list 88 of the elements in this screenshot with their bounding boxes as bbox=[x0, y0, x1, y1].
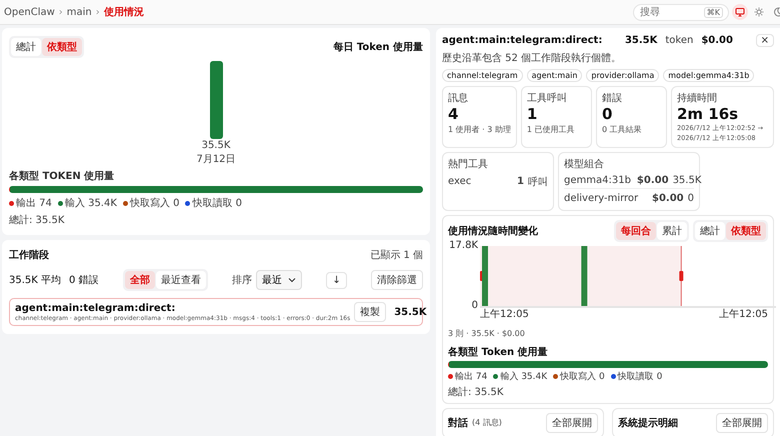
bar-date-label: 7月12日 bbox=[196, 153, 236, 166]
section-heading: 各類型 Token 使用量 bbox=[448, 346, 549, 358]
legend-label: 輸入 35.4K bbox=[64, 196, 117, 210]
legend-label: 輸出 74 bbox=[16, 196, 52, 210]
range-selector[interactable] bbox=[480, 246, 684, 306]
legend-label: 輸出 74 bbox=[455, 370, 488, 382]
legend-label: 快取寫入 0 bbox=[560, 370, 605, 382]
filter-tab[interactable]: 最近查看 bbox=[156, 271, 206, 289]
total-label: 總計: 35.5K bbox=[9, 214, 66, 227]
breadcrumb-link[interactable]: OpenClaw bbox=[4, 6, 55, 18]
tag-chip: agent:main bbox=[526, 69, 582, 82]
view-toggle-button[interactable]: 依類型 bbox=[726, 222, 766, 240]
legend-label: 快取寫入 0 bbox=[130, 196, 180, 210]
tool-name: exec bbox=[448, 176, 472, 187]
close-button[interactable]: × bbox=[756, 34, 774, 47]
sort-label: 排序 bbox=[232, 274, 252, 287]
card-note: (4 訊息) bbox=[472, 417, 502, 428]
view-toggle-button[interactable]: 依類型 bbox=[42, 38, 82, 56]
filter-tab[interactable]: 全部 bbox=[124, 271, 155, 289]
legend-label: 快取讀取 0 bbox=[192, 196, 242, 210]
chart-title: 每日 Token 使用量 bbox=[333, 40, 423, 54]
breadcrumb-link[interactable]: 使用情況 bbox=[104, 5, 144, 19]
detail-subtitle: 歷史沿革包含 52 個工作階段執行個體。 bbox=[442, 52, 622, 65]
x-axis-label: 上午12:05 bbox=[719, 310, 768, 320]
expand-all-button[interactable]: 全部展開 bbox=[546, 412, 598, 432]
stat-note: 1 使用者 · 3 助理 bbox=[448, 124, 511, 134]
caret-icon bbox=[288, 277, 296, 283]
sun-icon bbox=[754, 7, 764, 17]
model-name: gemma4:31b bbox=[564, 174, 631, 186]
card-title: 系統提示明細 bbox=[618, 416, 678, 430]
total-label: 總計: 35.5K bbox=[448, 386, 504, 398]
card-title: 對話 bbox=[448, 416, 468, 430]
chart-summary: 3 則 · 35.5K · $0.00 bbox=[448, 328, 526, 338]
bar-value-label: 35.5K bbox=[202, 140, 230, 151]
model-cost: $0.00 bbox=[652, 192, 684, 204]
stat-value: 0 bbox=[602, 106, 614, 122]
tag-chip: provider:ollama bbox=[586, 69, 660, 82]
average-stat: 35.5K 平均 bbox=[9, 274, 62, 287]
clear-filter-button[interactable]: 清除篩選 bbox=[370, 270, 423, 290]
tag-chip: channel:telegram bbox=[442, 69, 523, 82]
cost-value: $0.00 bbox=[701, 35, 733, 46]
sort-direction-button[interactable]: ↓ bbox=[326, 272, 347, 288]
y-axis-label: 17.8K bbox=[449, 240, 478, 250]
section-title: 工作階段 bbox=[9, 248, 49, 262]
stat-note: 0 工具結果 bbox=[602, 124, 643, 134]
model-tokens: 35.5K bbox=[672, 174, 702, 186]
view-toggle-button[interactable]: 總計 bbox=[11, 38, 41, 56]
legend-label: 輸入 35.4K bbox=[500, 370, 548, 382]
moon-icon bbox=[773, 7, 780, 17]
expand-all-button[interactable]: 全部展開 bbox=[716, 412, 768, 432]
call-unit: 呼叫 bbox=[528, 176, 548, 188]
stat-label: 持續時間 bbox=[676, 92, 718, 105]
legend-label: 快取讀取 0 bbox=[618, 370, 662, 382]
chart-title: 使用情況隨時間變化 bbox=[448, 224, 538, 238]
breadcrumb-link[interactable]: main bbox=[66, 6, 92, 18]
breadcrumb-separator: › bbox=[58, 6, 63, 18]
bar bbox=[482, 246, 488, 306]
stat-value: 1 bbox=[526, 106, 538, 122]
detail-title: agent:main:telegram:direct: bbox=[442, 35, 602, 46]
call-count: 1 bbox=[517, 176, 524, 187]
view-toggle-button[interactable]: 總計 bbox=[695, 222, 725, 240]
y-axis-label: 0 bbox=[472, 300, 478, 310]
session-title: agent:main:telegram:direct: bbox=[15, 302, 176, 314]
monitor-icon bbox=[735, 7, 745, 17]
mode-toggle-button[interactable]: 累計 bbox=[657, 222, 687, 240]
model-cost: $0.00 bbox=[636, 174, 669, 186]
sort-dropdown[interactable]: 最近 bbox=[256, 270, 302, 290]
token-count: 35.5K bbox=[624, 35, 658, 46]
token-unit: token bbox=[665, 35, 694, 46]
copy-button[interactable]: 複製 bbox=[354, 302, 386, 322]
card-title: 模型組合 bbox=[564, 158, 605, 170]
card-title: 熱門工具 bbox=[448, 158, 489, 170]
breadcrumb-separator: › bbox=[96, 6, 100, 18]
tag-chip: model:gemma4:31b bbox=[663, 69, 754, 82]
stat-label: 訊息 bbox=[448, 92, 469, 105]
mode-toggle-button[interactable]: 每回合 bbox=[616, 222, 656, 240]
shown-count: 已顯示 1 個 bbox=[370, 248, 423, 262]
stat-label: 工具呼叫 bbox=[526, 92, 568, 105]
stat-label: 錯誤 bbox=[602, 92, 623, 105]
stat-value: 2m 16s bbox=[676, 106, 740, 122]
stat-note: 1 已使用工具 bbox=[526, 124, 576, 134]
monitor-theme-button[interactable] bbox=[732, 4, 748, 20]
section-heading: 各類型 TOKEN 使用量 bbox=[9, 170, 116, 183]
stat-value: 4 bbox=[448, 106, 460, 122]
error-stat: 0 錯誤 bbox=[69, 274, 99, 287]
model-name: delivery-mirror bbox=[564, 192, 638, 204]
model-tokens: 0 bbox=[688, 192, 694, 204]
x-axis-label: 上午12:05 bbox=[480, 310, 529, 320]
